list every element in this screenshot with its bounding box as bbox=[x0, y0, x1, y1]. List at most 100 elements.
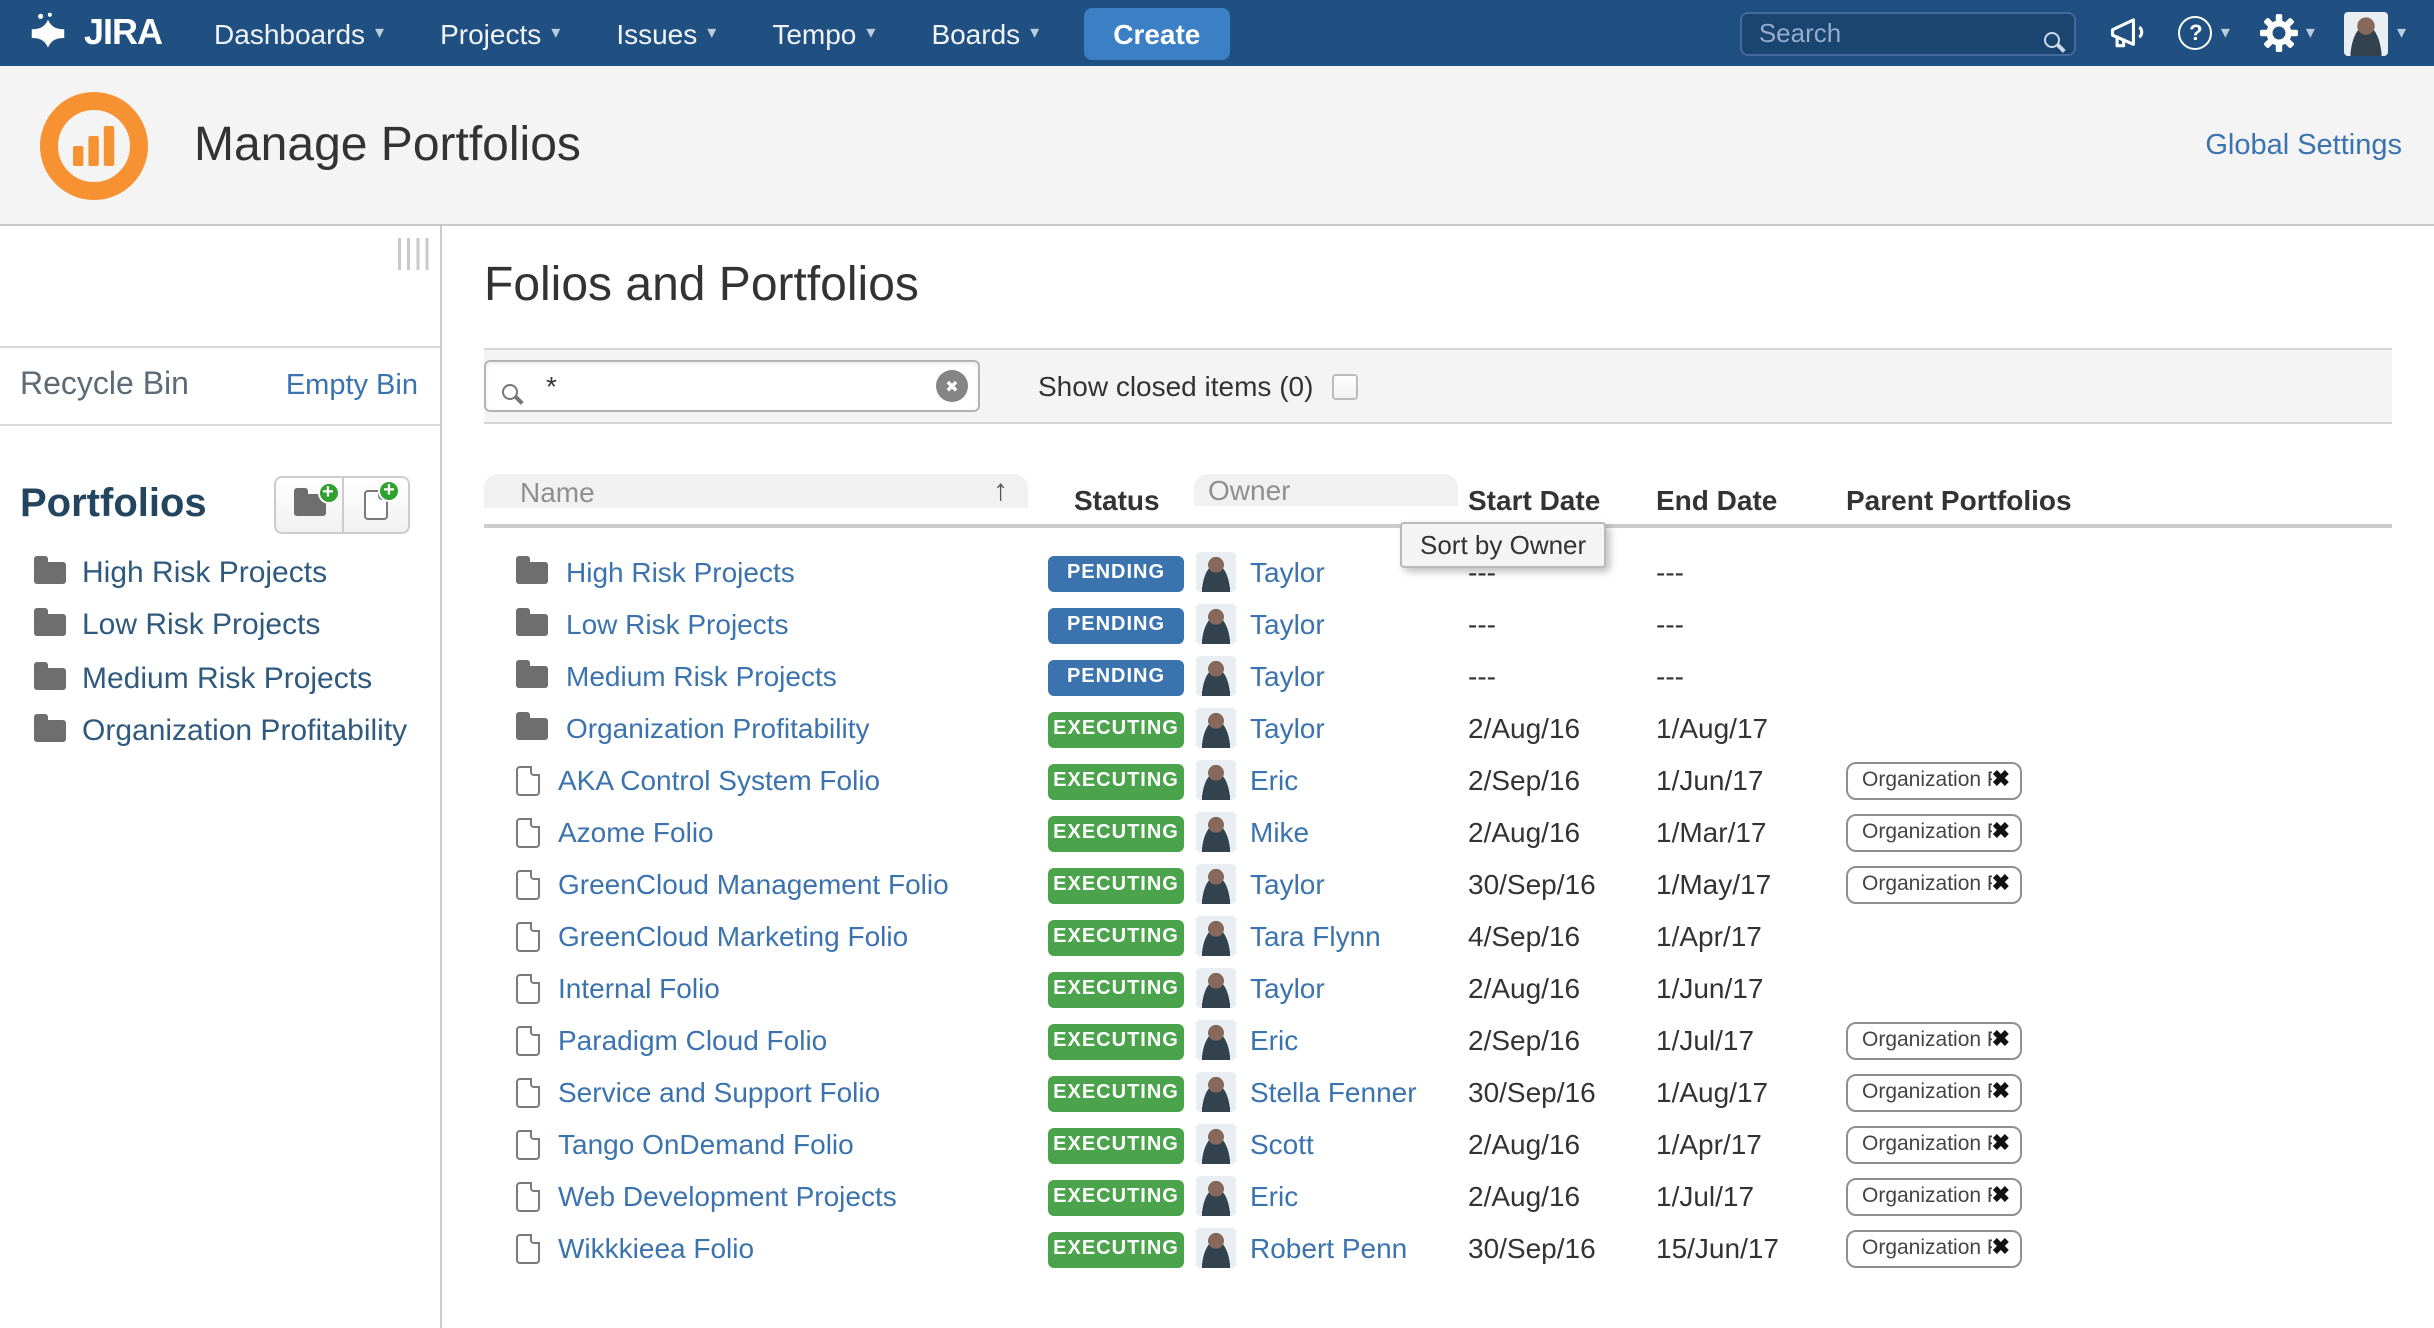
tree-item-label[interactable]: Low Risk Projects bbox=[82, 609, 320, 643]
folio-icon bbox=[516, 1077, 540, 1107]
remove-parent-icon[interactable]: ✖ bbox=[1992, 770, 2010, 792]
owner-avatar bbox=[1196, 1228, 1236, 1268]
tree-item-label[interactable]: Medium Risk Projects bbox=[82, 662, 372, 696]
tree-item[interactable]: Medium Risk Projects bbox=[34, 652, 424, 705]
owner-link[interactable]: Taylor bbox=[1250, 608, 1325, 640]
add-folio-button[interactable] bbox=[342, 477, 408, 531]
show-closed-checkbox[interactable] bbox=[1331, 373, 1357, 399]
parent-portfolio-chip[interactable]: Organization P…✖ bbox=[1846, 1022, 2022, 1060]
item-name-link[interactable]: Wikkkieea Folio bbox=[558, 1232, 754, 1264]
end-date: 1/Jun/17 bbox=[1656, 764, 1846, 796]
table-row: Azome Folio EXECUTING Mike 2/Aug/16 1/Ma… bbox=[484, 806, 2392, 858]
nav-item-projects[interactable]: Projects▾ bbox=[440, 17, 560, 49]
remove-parent-icon[interactable]: ✖ bbox=[1992, 822, 2010, 844]
owner-link[interactable]: Scott bbox=[1250, 1128, 1314, 1160]
parent-portfolio-chip[interactable]: Organization P…✖ bbox=[1846, 1230, 2022, 1268]
jira-logo[interactable]: JIRA bbox=[24, 9, 162, 57]
parent-portfolio-chip[interactable]: Organization P…✖ bbox=[1846, 762, 2022, 800]
column-header-end-date[interactable]: End Date bbox=[1656, 474, 1846, 524]
nav-item-tempo[interactable]: Tempo▾ bbox=[772, 17, 875, 49]
search-icon bbox=[2045, 21, 2061, 57]
owner-link[interactable]: Taylor bbox=[1250, 660, 1325, 692]
owner-link[interactable]: Tara Flynn bbox=[1250, 920, 1381, 952]
table-row: Internal Folio EXECUTING Taylor 2/Aug/16… bbox=[484, 962, 2392, 1014]
tree-item-label[interactable]: High Risk Projects bbox=[82, 556, 327, 590]
owner-link[interactable]: Eric bbox=[1250, 1024, 1298, 1056]
owner-link[interactable]: Taylor bbox=[1250, 712, 1325, 744]
parent-portfolio-chip[interactable]: Organization P…✖ bbox=[1846, 1074, 2022, 1112]
owner-avatar bbox=[1196, 864, 1236, 904]
announcement-button[interactable] bbox=[2109, 14, 2149, 52]
item-name-link[interactable]: GreenCloud Marketing Folio bbox=[558, 920, 908, 952]
sidebar-resize-handle[interactable] bbox=[398, 238, 430, 270]
item-name-link[interactable]: AKA Control System Folio bbox=[558, 764, 880, 796]
nav-search-input[interactable] bbox=[1741, 11, 2077, 55]
remove-parent-icon[interactable]: ✖ bbox=[1992, 874, 2010, 896]
remove-parent-icon[interactable]: ✖ bbox=[1992, 1238, 2010, 1260]
help-menu[interactable]: ? ▾ bbox=[2179, 16, 2230, 50]
parent-portfolio-chip[interactable]: Organization P…✖ bbox=[1846, 814, 2022, 852]
create-button[interactable]: Create bbox=[1083, 7, 1230, 59]
owner-link[interactable]: Mike bbox=[1250, 816, 1309, 848]
parent-portfolio-label: Organization P… bbox=[1862, 1081, 1992, 1105]
tree-item[interactable]: Organization Profitability bbox=[34, 705, 424, 758]
owner-link[interactable]: Stella Fenner bbox=[1250, 1076, 1417, 1108]
remove-parent-icon[interactable]: ✖ bbox=[1992, 1082, 2010, 1104]
portfolio-tree: High Risk Projects Low Risk Projects Med… bbox=[34, 546, 424, 758]
nav-item-issues[interactable]: Issues▾ bbox=[616, 17, 716, 49]
column-header-start-date[interactable]: Start Date bbox=[1468, 474, 1656, 524]
settings-menu[interactable]: ▾ bbox=[2260, 14, 2315, 52]
folio-search-input[interactable] bbox=[484, 360, 980, 412]
item-name-link[interactable]: Paradigm Cloud Folio bbox=[558, 1024, 827, 1056]
end-date: 1/Apr/17 bbox=[1656, 920, 1846, 952]
owner-link[interactable]: Taylor bbox=[1250, 972, 1325, 1004]
start-date: 2/Aug/16 bbox=[1468, 1180, 1656, 1212]
tree-item[interactable]: High Risk Projects bbox=[34, 546, 424, 599]
remove-parent-icon[interactable]: ✖ bbox=[1992, 1186, 2010, 1208]
end-date: --- bbox=[1656, 660, 1846, 692]
sidebar: Recycle Bin Empty Bin Portfolios High bbox=[0, 226, 442, 1328]
chevron-down-icon: ▾ bbox=[375, 24, 384, 42]
item-name-link[interactable]: Azome Folio bbox=[558, 816, 714, 848]
column-header-status[interactable]: Status bbox=[1048, 474, 1196, 524]
nav-item-dashboards[interactable]: Dashboards▾ bbox=[214, 17, 384, 49]
column-header-name[interactable]: Name ↑ bbox=[484, 474, 1028, 508]
item-name-link[interactable]: High Risk Projects bbox=[566, 556, 795, 588]
add-folder-button[interactable] bbox=[276, 477, 342, 531]
item-name-link[interactable]: Organization Profitability bbox=[566, 712, 870, 744]
user-menu[interactable]: ▾ bbox=[2345, 11, 2406, 55]
item-name-link[interactable]: Medium Risk Projects bbox=[566, 660, 837, 692]
item-name-link[interactable]: Service and Support Folio bbox=[558, 1076, 880, 1108]
status-badge: EXECUTING bbox=[1048, 868, 1184, 904]
owner-link[interactable]: Eric bbox=[1250, 1180, 1298, 1212]
item-name-link[interactable]: Internal Folio bbox=[558, 972, 720, 1004]
clear-search-icon[interactable]: ✖ bbox=[936, 370, 968, 402]
tree-item-label[interactable]: Organization Profitability bbox=[82, 715, 407, 749]
empty-bin-link[interactable]: Empty Bin bbox=[286, 370, 418, 402]
remove-parent-icon[interactable]: ✖ bbox=[1992, 1134, 2010, 1156]
owner-link[interactable]: Taylor bbox=[1250, 556, 1325, 588]
item-name-link[interactable]: GreenCloud Management Folio bbox=[558, 868, 949, 900]
global-settings-link[interactable]: Global Settings bbox=[2205, 129, 2402, 161]
item-name-link[interactable]: Web Development Projects bbox=[558, 1180, 897, 1212]
chevron-down-icon: ▾ bbox=[866, 24, 875, 42]
plus-icon bbox=[378, 479, 400, 501]
owner-link[interactable]: Taylor bbox=[1250, 868, 1325, 900]
nav-item-boards[interactable]: Boards▾ bbox=[931, 17, 1039, 49]
column-header-owner[interactable]: Owner bbox=[1194, 474, 1458, 506]
column-header-parent-portfolios[interactable]: Parent Portfolios bbox=[1846, 474, 2392, 524]
owner-link[interactable]: Robert Penn bbox=[1250, 1232, 1407, 1264]
parent-portfolio-chip[interactable]: Organization P…✖ bbox=[1846, 1126, 2022, 1164]
item-name-link[interactable]: Tango OnDemand Folio bbox=[558, 1128, 854, 1160]
folio-icon bbox=[516, 869, 540, 899]
owner-link[interactable]: Eric bbox=[1250, 764, 1298, 796]
portfolio-toolbar bbox=[274, 475, 410, 533]
tree-item[interactable]: Low Risk Projects bbox=[34, 599, 424, 652]
parent-portfolio-chip[interactable]: Organization P…✖ bbox=[1846, 1178, 2022, 1216]
remove-parent-icon[interactable]: ✖ bbox=[1992, 1030, 2010, 1052]
parent-portfolio-chip[interactable]: Organization P…✖ bbox=[1846, 866, 2022, 904]
folio-icon bbox=[516, 817, 540, 847]
folder-icon bbox=[516, 561, 548, 583]
item-name-link[interactable]: Low Risk Projects bbox=[566, 608, 789, 640]
main-content: Folios and Portfolios ✖ Show closed item… bbox=[442, 226, 2434, 1328]
